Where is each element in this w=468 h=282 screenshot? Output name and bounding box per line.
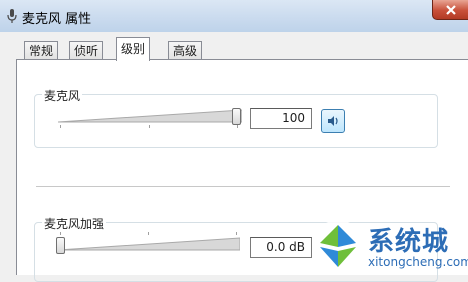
window-title: 麦克风 属性 [22,12,92,27]
microphone-icon [7,9,17,23]
title-bar[interactable]: 麦克风 属性 [0,0,468,32]
slider-tick [149,125,150,128]
close-icon [446,5,456,15]
tab-advanced[interactable]: 高级 [168,41,203,60]
separator [36,186,450,187]
boost-level-value[interactable]: 0.0 dB [250,237,312,258]
slider-tick [236,232,237,235]
slider-tick [148,232,149,235]
close-button[interactable] [432,0,468,20]
tab-general[interactable]: 常规 [24,41,59,60]
boost-slider-track [58,237,240,251]
microphone-boost-label: 麦克风加强 [42,215,107,232]
boost-slider-thumb[interactable] [56,237,65,254]
windows-logo-icon [313,220,363,270]
watermark: 系统城 xitongcheng.com [312,219,468,275]
microphone-level-value[interactable]: 100 [250,108,312,129]
tab-bar: 常规 侦听 级别 高级 [0,32,468,61]
microphone-label: 麦克风 [42,87,83,104]
tab-listen[interactable]: 侦听 [69,41,104,60]
speaker-icon [328,116,338,126]
watermark-url: xitongcheng.com [368,255,468,269]
microphone-slider-thumb[interactable] [232,108,241,125]
microphone-slider-track [58,109,242,123]
slider-tick [60,232,61,235]
watermark-name: 系统城 [368,227,450,257]
tab-levels[interactable]: 级别 [116,37,151,61]
slider-tick [60,125,61,128]
mute-toggle-button[interactable] [321,109,345,133]
slider-tick [237,125,238,128]
